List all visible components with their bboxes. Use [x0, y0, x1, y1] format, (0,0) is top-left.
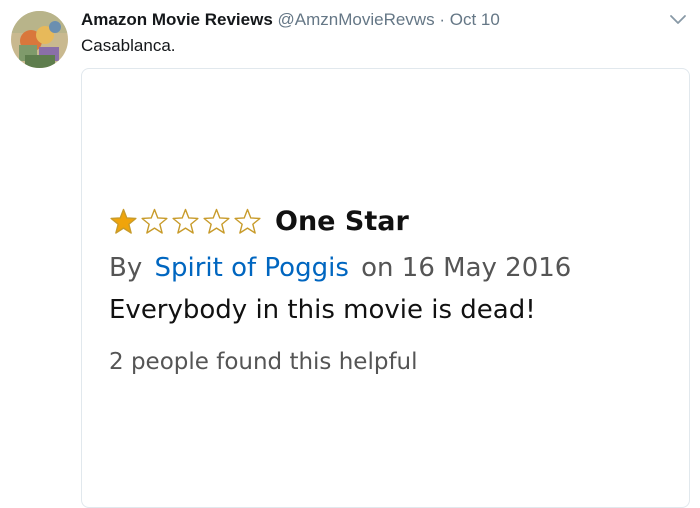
review-byline: By Spirit of Poggis on 16 May 2016 [109, 253, 669, 283]
review-screenshot: One Star By Spirit of Poggis on 16 May 2… [109, 203, 669, 376]
user-handle[interactable]: @AmznMovieRevws [278, 10, 435, 29]
date-prefix: on [361, 253, 394, 283]
star-empty-icon [234, 208, 261, 234]
tweet-header: Amazon Movie Reviews @AmznMovieRevws · O… [81, 9, 500, 31]
avatar[interactable] [11, 11, 68, 68]
chevron-down-icon [670, 15, 686, 24]
tweet-menu-button[interactable] [668, 12, 688, 28]
rating-row: One Star [109, 203, 669, 239]
helpful-count: 2 people found this helpful [109, 349, 418, 375]
timestamp-link[interactable]: Oct 10 [450, 10, 500, 29]
star-filled-icon [110, 208, 137, 234]
review-title: One Star [275, 205, 409, 237]
star-rating [109, 207, 264, 236]
review-date: 16 May 2016 [401, 253, 572, 283]
by-label: By [109, 253, 143, 283]
review-body: Everybody in this movie is dead! [109, 295, 536, 325]
separator-dot: · [439, 10, 445, 29]
painting-avatar-icon [11, 11, 68, 68]
review-author-link: Spirit of Poggis [154, 253, 349, 283]
tweet-text: Casablanca. [81, 36, 176, 55]
display-name[interactable]: Amazon Movie Reviews [81, 10, 273, 29]
tweet: Amazon Movie Reviews @AmznMovieRevws · O… [0, 0, 700, 508]
star-empty-icon [172, 208, 199, 234]
tweet-image-card[interactable]: One Star By Spirit of Poggis on 16 May 2… [81, 68, 690, 508]
star-empty-icon [203, 208, 230, 234]
star-empty-icon [141, 208, 168, 234]
